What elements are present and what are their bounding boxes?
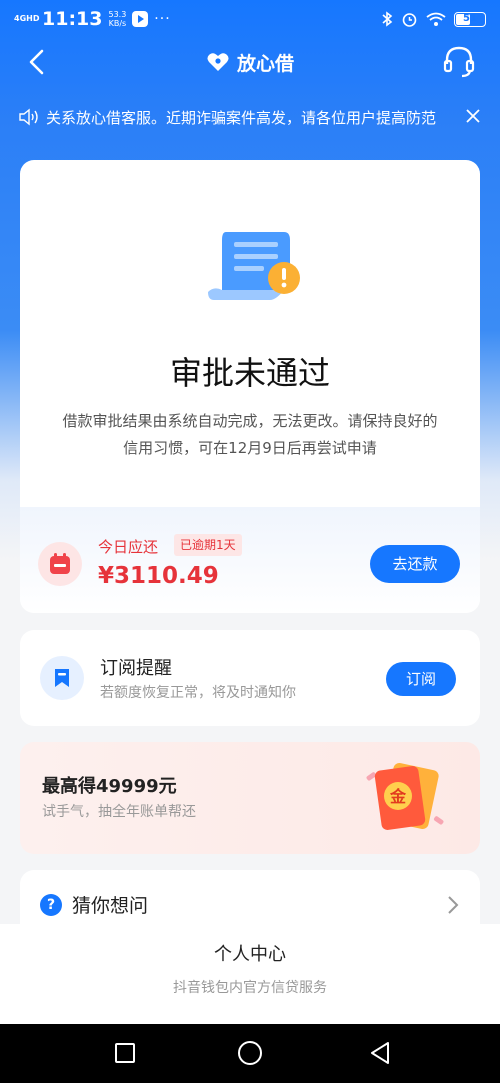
due-amount: ¥3110.49: [98, 563, 219, 589]
heart-logo-icon: [207, 53, 229, 71]
red-envelope-icon: 金: [366, 762, 444, 830]
subscribe-description: 若额度恢复正常，将及时通知你: [100, 685, 296, 701]
bookmark-icon: [55, 669, 69, 687]
personal-center-link[interactable]: 个人中心: [0, 940, 500, 966]
subscribe-title: 订阅提醒: [100, 658, 172, 679]
overdue-badge: 已逾期1天: [174, 534, 242, 556]
nav-bar: 放心借: [0, 38, 500, 86]
notice-text: 关系放心借客服。近期诈骗案件高发，请各位用户提高防范: [46, 108, 437, 127]
network-indicator: 4GHD: [14, 14, 40, 23]
recent-apps-icon[interactable]: [115, 1043, 135, 1063]
question-icon: ?: [40, 894, 62, 916]
customer-service-icon[interactable]: [442, 44, 476, 80]
gold-badge-char: 金: [389, 787, 407, 806]
video-app-icon: [132, 11, 149, 27]
status-bar: 4GHD 11:13 53.3 KB/s ··· 51: [0, 0, 500, 38]
network-speed: 53.3 KB/s: [108, 10, 126, 28]
back-triangle-icon[interactable]: [369, 1041, 391, 1065]
promo-card[interactable]: 最高得49999元 试手气，抽全年账单帮还 金: [20, 742, 480, 854]
bluetooth-icon: [382, 11, 393, 27]
wifi-icon: [426, 12, 446, 26]
promo-description: 试手气，抽全年账单帮还: [42, 804, 196, 820]
home-icon[interactable]: [238, 1041, 262, 1065]
speed-unit: KB/s: [108, 19, 127, 28]
promo-title: 最高得49999元: [42, 776, 177, 797]
result-description: 借款审批结果由系统自动完成，无法更改。请保持良好的信用习惯，可在12月9日后再尝…: [62, 412, 438, 457]
subscribe-button[interactable]: 订阅: [386, 662, 456, 696]
result-title: 审批未通过: [169, 354, 330, 392]
battery-icon: 51: [454, 11, 486, 27]
close-icon[interactable]: [464, 107, 482, 125]
bookmark-badge: [40, 656, 84, 700]
bottom-panel: 个人中心 抖音钱包内官方信贷服务: [0, 924, 500, 1024]
battery-level: 51: [463, 12, 477, 24]
brand-name: 放心借: [236, 52, 294, 75]
calendar-icon: [50, 553, 70, 574]
calendar-badge: [38, 542, 82, 586]
service-note: 抖音钱包内官方信贷服务: [173, 980, 327, 996]
speaker-icon: [19, 108, 38, 126]
chevron-right-icon: [448, 896, 459, 914]
faq-title: 猜你想问: [72, 895, 149, 917]
system-nav-bar: [0, 1024, 500, 1083]
alarm-icon: [402, 12, 417, 27]
speed-value: 53.3: [108, 10, 127, 19]
status-time: 11:13: [42, 8, 103, 30]
brand-logo: 放心借: [206, 49, 294, 76]
more-notifications-icon: ···: [154, 11, 171, 27]
back-arrow-icon[interactable]: [22, 46, 54, 78]
approval-result-card: 审批未通过 借款审批结果由系统自动完成，无法更改。请保持良好的信用习惯，可在12…: [20, 160, 480, 613]
notice-bar[interactable]: 关系放心借客服。近期诈骗案件高发，请各位用户提高防范: [0, 98, 500, 136]
repay-button[interactable]: 去还款: [370, 545, 460, 583]
repayment-due-section: 今日应还 已逾期1天 ¥3110.49 去还款: [20, 507, 480, 613]
due-today-label: 今日应还: [98, 538, 159, 556]
document-warning-icon: [208, 232, 300, 300]
subscribe-card: 订阅提醒 若额度恢复正常，将及时通知你 订阅: [20, 630, 480, 726]
